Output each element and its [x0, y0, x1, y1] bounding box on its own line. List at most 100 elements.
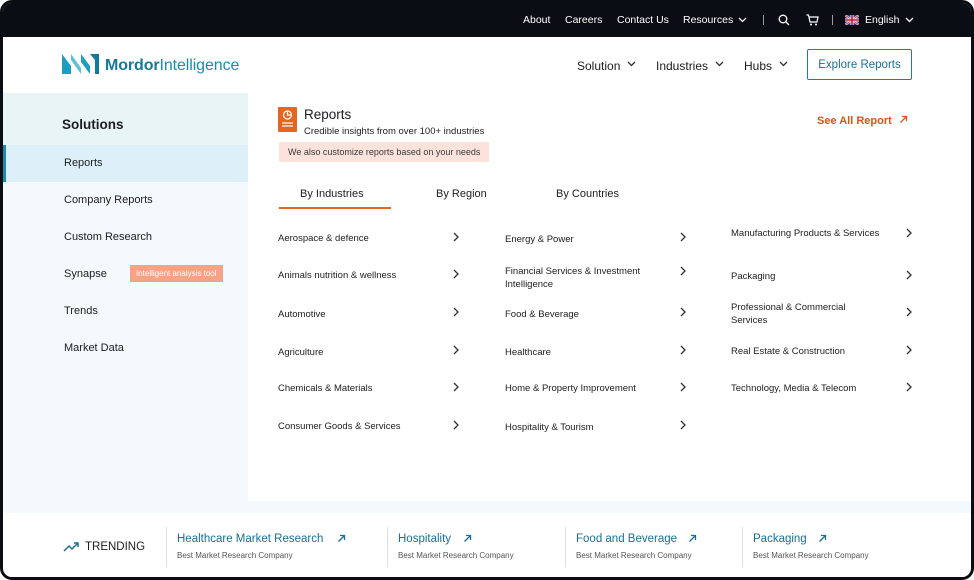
chevron-down-icon[interactable]: [779, 61, 788, 67]
chevron-right-icon[interactable]: [906, 307, 912, 317]
sidebar-item-label: Market Data: [64, 342, 124, 354]
chevron-right-icon[interactable]: [680, 420, 686, 430]
chevron-right-icon[interactable]: [680, 345, 686, 355]
solutions-sidebar: Solutions Reports Company Reports Custom…: [3, 93, 248, 501]
industry-link[interactable]: Healthcare: [505, 346, 670, 359]
chevron-down-icon[interactable]: [627, 61, 636, 67]
industry-link[interactable]: Manufacturing Products & Services: [731, 227, 881, 240]
trending-up-icon: [63, 542, 79, 552]
arrow-up-right-icon[interactable]: [337, 534, 346, 543]
sidebar-item-label: Custom Research: [64, 231, 153, 243]
chevron-down-icon[interactable]: [738, 17, 747, 23]
industry-link[interactable]: Consumer Goods & Services: [278, 420, 438, 433]
sidebar-item-label: Company Reports: [64, 194, 153, 206]
nav-solution[interactable]: Solution: [577, 59, 620, 73]
page-frame: About Careers Contact Us Resources Engli…: [0, 0, 974, 580]
main-header: MordorIntelligence Solution Industries H…: [3, 37, 971, 93]
language-selector[interactable]: English: [865, 14, 899, 26]
sidebar-item-synapse[interactable]: Synapse Intelligent analysis tool: [3, 256, 248, 293]
chevron-right-icon[interactable]: [906, 382, 912, 392]
sidebar-title: Solutions: [62, 117, 124, 132]
tab-by-region[interactable]: By Region: [436, 188, 487, 200]
arrow-up-right-icon[interactable]: [899, 115, 908, 124]
industry-link[interactable]: Animals nutrition & wellness: [278, 269, 438, 282]
trending-item-subtitle: Best Market Research Company: [398, 551, 514, 560]
resources-link[interactable]: Resources: [683, 14, 733, 26]
report-document-icon: [278, 107, 297, 132]
tab-by-industries[interactable]: By Industries: [300, 188, 364, 200]
industry-link[interactable]: Aerospace & defence: [278, 232, 438, 245]
intelligent-analysis-tag: Intelligent analysis tool: [130, 265, 223, 282]
sidebar-item-custom-research[interactable]: Custom Research: [3, 219, 248, 256]
uk-flag-icon: [845, 15, 859, 25]
trending-divider: [742, 527, 743, 567]
explore-reports-button[interactable]: Explore Reports: [807, 49, 912, 80]
industry-link[interactable]: Packaging: [731, 270, 881, 283]
nav-industries[interactable]: Industries: [656, 59, 708, 73]
mordor-logo-icon[interactable]: [62, 54, 100, 74]
chevron-right-icon[interactable]: [453, 269, 459, 279]
top-utility-bar: About Careers Contact Us Resources Engli…: [3, 3, 971, 37]
chevron-right-icon[interactable]: [680, 266, 686, 276]
industry-link[interactable]: Hospitality & Tourism: [505, 421, 670, 434]
careers-link[interactable]: Careers: [565, 14, 602, 26]
customize-note: We also customize reports based on your …: [279, 142, 490, 162]
topbar-divider: [763, 15, 764, 25]
industry-link[interactable]: Chemicals & Materials: [278, 382, 438, 395]
sidebar-item-market-data[interactable]: Market Data: [3, 330, 248, 367]
arrow-up-right-icon[interactable]: [818, 534, 827, 543]
arrow-up-right-icon[interactable]: [463, 534, 472, 543]
cart-icon[interactable]: [806, 14, 819, 26]
sidebar-header: Solutions: [3, 93, 248, 145]
arrow-up-right-icon[interactable]: [688, 534, 697, 543]
chevron-right-icon[interactable]: [906, 345, 912, 355]
chevron-right-icon[interactable]: [680, 382, 686, 392]
tab-by-countries[interactable]: By Countries: [556, 188, 619, 200]
chevron-right-icon[interactable]: [453, 307, 459, 317]
industry-link[interactable]: Agriculture: [278, 346, 438, 359]
industry-link[interactable]: Automotive: [278, 308, 438, 321]
industry-link[interactable]: Energy & Power: [505, 233, 670, 246]
chevron-right-icon[interactable]: [680, 307, 686, 317]
chevron-right-icon[interactable]: [453, 345, 459, 355]
trending-divider: [166, 527, 167, 567]
trending-divider: [565, 527, 566, 567]
sidebar-item-label: Trends: [64, 305, 98, 317]
industry-link[interactable]: Food & Beverage: [505, 308, 670, 321]
industry-link[interactable]: Home & Property Improvement: [505, 382, 670, 395]
sidebar-item-company-reports[interactable]: Company Reports: [3, 182, 248, 219]
trending-item-title[interactable]: Packaging: [753, 533, 807, 545]
chevron-right-icon[interactable]: [453, 232, 459, 242]
industry-link[interactable]: Financial Services & Investment Intellig…: [505, 265, 670, 291]
sidebar-item-reports[interactable]: Reports: [3, 145, 248, 182]
chevron-right-icon[interactable]: [453, 382, 459, 392]
chevron-right-icon[interactable]: [680, 232, 686, 242]
chevron-down-icon[interactable]: [715, 61, 724, 67]
trending-item-subtitle: Best Market Research Company: [576, 551, 692, 560]
chevron-right-icon[interactable]: [906, 228, 912, 238]
trending-item-title[interactable]: Food and Beverage: [576, 533, 677, 545]
sidebar-item-label: Reports: [64, 157, 103, 169]
topbar-divider: [832, 15, 833, 25]
trending-item-title[interactable]: Hospitality: [398, 533, 451, 545]
search-icon[interactable]: [778, 14, 790, 26]
active-tab-indicator: [279, 207, 391, 209]
chevron-right-icon[interactable]: [906, 270, 912, 280]
brand-name-primary: Mordor: [105, 57, 160, 74]
reports-subtitle: Credible insights from over 100+ industr…: [304, 126, 485, 137]
trending-item-subtitle: Best Market Research Company: [177, 551, 293, 560]
about-link[interactable]: About: [523, 14, 550, 26]
industry-link[interactable]: Real Estate & Construction: [731, 345, 881, 358]
sidebar-item-label: Synapse: [64, 268, 107, 280]
contact-us-link[interactable]: Contact Us: [617, 14, 669, 26]
industry-link[interactable]: Professional & Commercial Services: [731, 301, 881, 327]
chevron-right-icon[interactable]: [453, 420, 459, 430]
industry-link[interactable]: Technology, Media & Telecom: [731, 382, 881, 395]
chevron-down-icon[interactable]: [905, 17, 914, 23]
see-all-report-link[interactable]: See All Report: [817, 115, 892, 127]
brand-name-suffix: Intelligence: [159, 57, 240, 74]
brand-name[interactable]: MordorIntelligence: [105, 57, 239, 75]
nav-hubs[interactable]: Hubs: [744, 59, 772, 73]
sidebar-item-trends[interactable]: Trends: [3, 293, 248, 330]
trending-item-title[interactable]: Healthcare Market Research: [177, 533, 323, 545]
